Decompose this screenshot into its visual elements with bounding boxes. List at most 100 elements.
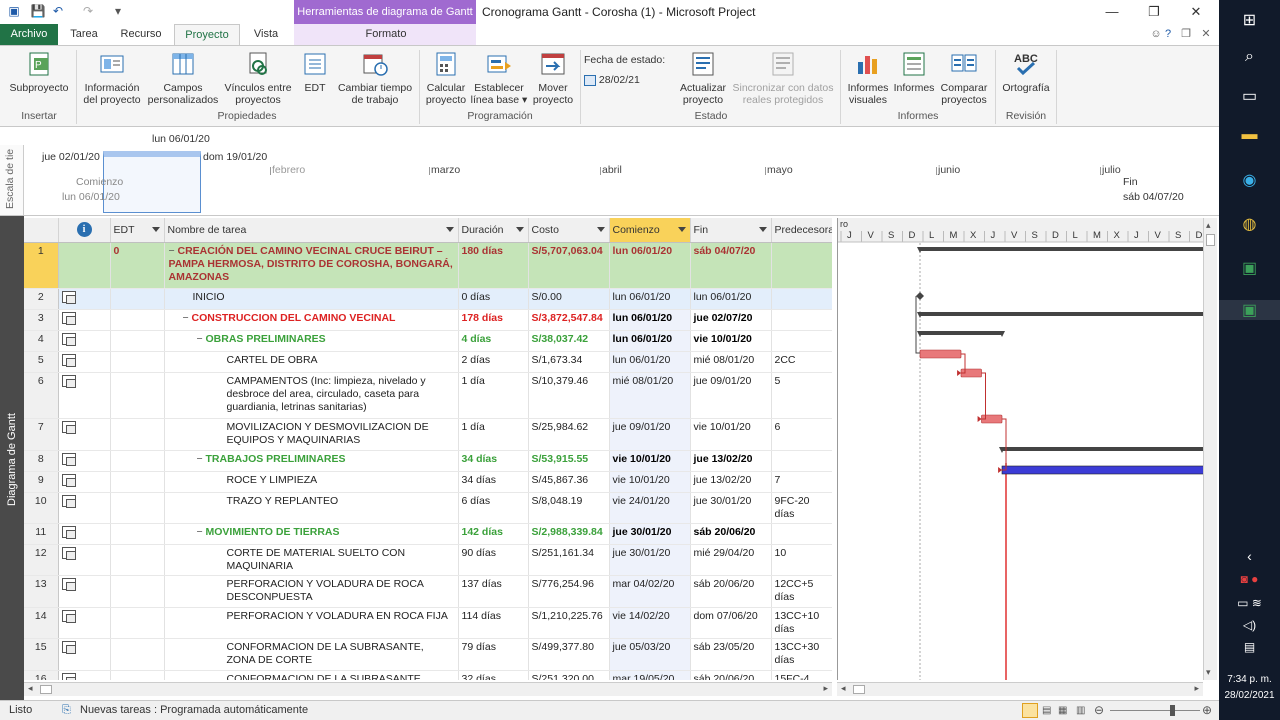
cell-start[interactable]: lun 06/01/20 [609,288,691,310]
timeline-view[interactable]: lun 06/01/20 Escala de tie jue 02/01/20 … [0,127,1219,216]
task-indicator[interactable] [58,242,111,289]
customize-qat-icon[interactable]: ▾ [110,3,126,19]
chart-scroll-left-icon[interactable]: ◂ [841,683,846,694]
vertical-scrollbar[interactable]: ▴ ▾ [1203,218,1217,680]
cell-finish[interactable]: jue 13/02/20 [690,450,772,472]
row-id[interactable]: 10 [24,492,59,524]
task-view-icon[interactable]: ▭ [1219,86,1280,106]
cell-start[interactable]: lun 06/01/20 [609,309,691,331]
task-indicator[interactable] [58,351,111,373]
cell-duration[interactable]: 2 días [458,351,529,373]
cell-finish[interactable]: sáb 20/06/20 [690,670,772,680]
taskbar-search-icon[interactable]: ⌕ [1219,48,1280,66]
task-indicator[interactable] [58,607,111,639]
campos-personalizados-button[interactable]: Campos personalizados [146,50,220,106]
cell-name[interactable]: ROCE Y LIMPIEZA [164,471,459,493]
zoom-slider[interactable] [1110,710,1200,711]
cell-name[interactable]: − TRABAJOS PRELIMINARES [164,450,459,472]
collapse-icon[interactable]: − [197,453,206,466]
table-horizontal-scrollbar[interactable]: ◂ ▸ [24,682,832,696]
task-indicator[interactable] [58,418,111,451]
excel-icon[interactable]: ▣ [1219,258,1280,278]
row-id[interactable]: 13 [24,575,59,608]
tab-formato[interactable]: Formato [356,24,416,45]
cell-predecessors[interactable]: 2CC [771,351,832,373]
cell-finish[interactable]: jue 30/01/20 [690,492,772,524]
cell-edt[interactable] [110,372,165,419]
scroll-right-icon[interactable]: ▸ [823,683,828,694]
task-usage-shortcut-icon[interactable]: ▤ [1042,705,1051,716]
cell-predecessors[interactable]: 9FC-20 días [771,492,832,524]
col-header-fin[interactable]: Fin [690,218,772,243]
row-id[interactable]: 15 [24,638,59,671]
chrome-icon[interactable]: ◍ [1219,214,1280,234]
close-button[interactable]: ✕ [1176,0,1216,24]
cell-start[interactable]: vie 10/01/20 [609,471,691,493]
comparar-proyectos-button[interactable]: Comparar proyectos [936,50,992,106]
indicators-header[interactable]: i [58,218,111,243]
team-planner-shortcut-icon[interactable]: ▦ [1058,705,1067,716]
clock-time[interactable]: 7:34 p. m. [1219,674,1280,685]
cell-predecessors[interactable] [771,330,832,352]
cell-finish[interactable]: jue 02/07/20 [690,309,772,331]
cell-duration[interactable]: 34 días [458,471,529,493]
col-header-comienzo[interactable]: Comienzo [609,218,691,243]
cell-cost[interactable]: S/45,867.36 [528,471,610,493]
collapse-icon[interactable]: − [197,333,206,346]
tray-app-icons[interactable]: ◙ ● [1219,572,1280,586]
cell-name[interactable]: CONFORMACION DE LA SUBRASANTE, ZONA DE R… [164,670,459,680]
task-indicator[interactable] [58,471,111,493]
cell-start[interactable]: lun 06/01/20 [609,351,691,373]
task-indicator[interactable] [58,450,111,472]
edt-button[interactable]: EDT [298,50,332,94]
cell-cost[interactable]: S/53,915.55 [528,450,610,472]
cell-name[interactable]: CARTEL DE OBRA [164,351,459,373]
cell-finish[interactable]: sáb 23/05/20 [690,638,772,671]
cell-edt[interactable] [110,544,165,576]
cell-cost[interactable]: S/38,037.42 [528,330,610,352]
cell-duration[interactable]: 4 días [458,330,529,352]
scroll-thumb[interactable] [40,685,52,694]
cell-name[interactable]: PERFORACION Y VOLADURA EN ROCA FIJA [164,607,459,639]
zoom-in-icon[interactable]: ⊕ [1202,703,1212,717]
cell-edt[interactable] [110,288,165,310]
undo-icon[interactable]: ↶ [50,3,66,19]
cell-start[interactable]: mié 08/01/20 [609,372,691,419]
cell-finish[interactable]: sáb 20/06/20 [690,575,772,608]
chart-scroll-thumb[interactable] [853,685,865,694]
cell-start[interactable]: lun 06/01/20 [609,242,691,289]
cell-finish[interactable]: jue 09/01/20 [690,372,772,419]
cell-duration[interactable]: 79 días [458,638,529,671]
tab-tarea[interactable]: Tarea [64,24,104,45]
collapse-icon[interactable]: − [183,312,192,325]
fecha-estado-control[interactable]: Fecha de estado: 28/02/21 [584,50,674,86]
cell-start[interactable]: vie 24/01/20 [609,492,691,524]
cell-name[interactable]: CAMPAMENTOS (Inc: limpieza, nivelado y d… [164,372,459,419]
cell-predecessors[interactable]: 10 [771,544,832,576]
cell-start[interactable]: mar 04/02/20 [609,575,691,608]
table-row[interactable]: 1 0 − CREACIÓN DEL CAMINO VECINAL CRUCE BEI… [24,242,832,289]
cell-finish[interactable]: mié 08/01/20 [690,351,772,373]
cell-predecessors[interactable]: 6 [771,418,832,451]
cell-edt[interactable] [110,330,165,352]
task-indicator[interactable] [58,638,111,671]
edge-icon[interactable]: ◉ [1219,170,1280,190]
row-id[interactable]: 16 [24,670,59,680]
cell-duration[interactable]: 137 días [458,575,529,608]
tab-vista[interactable]: Vista [246,24,286,45]
task-indicator[interactable] [58,309,111,331]
cell-name[interactable]: CONFORMACION DE LA SUBRASANTE, ZONA DE C… [164,638,459,671]
chart-horizontal-scrollbar[interactable]: ◂ ▸ [837,682,1203,696]
row-id[interactable]: 9 [24,471,59,493]
minimize-button[interactable]: — [1092,0,1132,24]
table-row[interactable]: 15 CONFORMACION DE LA SUBRASANTE, ZONA DE… [24,638,832,671]
cell-finish[interactable]: vie 10/01/20 [690,330,772,352]
task-indicator[interactable] [58,372,111,419]
cell-cost[interactable]: S/10,379.46 [528,372,610,419]
cell-name[interactable]: − CREACIÓN DEL CAMINO VECINAL CRUCE BEIRU… [164,242,459,289]
cell-cost[interactable]: S/776,254.96 [528,575,610,608]
cell-cost[interactable]: S/251,320.00 [528,670,610,680]
table-row[interactable]: 14 PERFORACION Y VOLADURA EN ROCA FIJA 114… [24,607,832,639]
cell-duration[interactable]: 0 días [458,288,529,310]
informes-visuales-button[interactable]: Informes visuales [844,50,892,106]
